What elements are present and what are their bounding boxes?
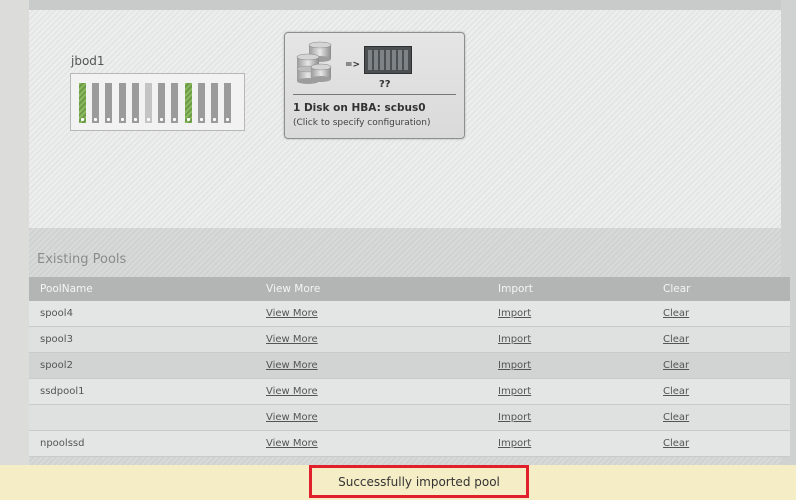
pool-name: spool3 [40,334,73,345]
page-left-margin [0,0,29,465]
storage-rack-icon [364,46,412,74]
existing-pools-title: Existing Pools [37,252,127,267]
enclosure-diagram[interactable] [70,73,245,131]
view-more-link[interactable]: View More [266,438,318,449]
hba-card-subtitle: (Click to specify configuration) [293,118,431,128]
drive-bay[interactable] [131,83,139,123]
import-link[interactable]: Import [498,438,531,449]
drive-bay[interactable] [118,83,126,123]
clear-link[interactable]: Clear [663,334,689,345]
clear-link[interactable]: Clear [663,360,689,371]
top-strip [29,0,781,10]
card-divider [293,94,456,95]
pool-name: spool2 [40,360,73,371]
pool-name: spool4 [40,308,73,319]
hardware-config-panel: jbod1 => ?? 1 Disk on HBA: scbus0 (Click… [29,10,781,228]
import-link[interactable]: Import [498,412,531,423]
drive-bay[interactable] [79,83,86,123]
import-link[interactable]: Import [498,308,531,319]
enclosure-label: jbod1 [71,54,105,68]
import-link[interactable]: Import [498,334,531,345]
existing-pools-table: PoolName View More Import Clear spool4 V… [29,277,790,457]
view-more-link[interactable]: View More [266,308,318,319]
database-icon [296,41,332,84]
notification-bar: Successfully imported pool [0,465,796,500]
drive-bay[interactable] [171,83,179,123]
drive-bay[interactable] [92,83,100,123]
drive-bay[interactable] [211,83,218,123]
import-link[interactable]: Import [498,386,531,397]
clear-link[interactable]: Clear [663,386,689,397]
drive-bay[interactable] [105,83,113,123]
view-more-link[interactable]: View More [266,386,318,397]
column-header-view-more: View More [266,283,321,295]
table-row: View More Import Clear [29,405,790,431]
column-header-import: Import [498,283,533,295]
table-row: spool4 View More Import Clear [29,301,790,327]
column-header-poolname: PoolName [40,283,93,295]
import-link[interactable]: Import [498,360,531,371]
arrow-label: => [345,60,361,70]
clear-link[interactable]: Clear [663,438,689,449]
view-more-link[interactable]: View More [266,412,318,423]
drive-bay[interactable] [145,83,152,123]
pool-name: ssdpool1 [40,386,85,397]
drive-bay[interactable] [197,83,205,123]
drive-bay[interactable] [184,83,192,123]
hba-config-card[interactable]: => ?? 1 Disk on HBA: scbus0 (Click to sp… [284,32,465,139]
pool-name: npoolssd [40,438,85,449]
table-row: npoolssd View More Import Clear [29,431,790,457]
unknown-target-label: ?? [379,79,391,90]
table-header: PoolName View More Import Clear [29,277,790,301]
table-row: ssdpool1 View More Import Clear [29,379,790,405]
drive-bay[interactable] [158,83,166,123]
hba-card-title: 1 Disk on HBA: scbus0 [293,102,426,114]
column-header-clear: Clear [663,283,691,295]
success-message: Successfully imported pool [309,465,529,498]
table-row: spool2 View More Import Clear [29,353,790,379]
clear-link[interactable]: Clear [663,308,689,319]
clear-link[interactable]: Clear [663,412,689,423]
drive-bay[interactable] [224,83,232,123]
view-more-link[interactable]: View More [266,360,318,371]
table-row: spool3 View More Import Clear [29,327,790,353]
view-more-link[interactable]: View More [266,334,318,345]
